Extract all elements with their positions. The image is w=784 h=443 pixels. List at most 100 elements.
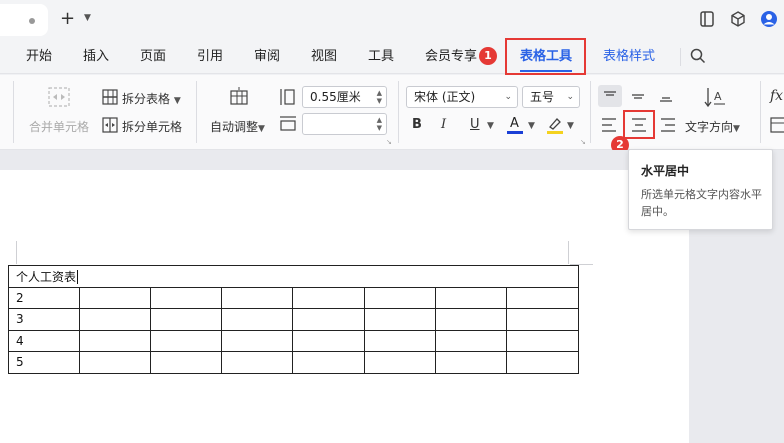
tab-page[interactable]: 页面 [140, 48, 166, 66]
tab-member[interactable]: 会员专享 [425, 48, 477, 66]
calculator-icon[interactable] [770, 117, 784, 133]
table-cell[interactable] [79, 329, 152, 352]
auto-fit-button[interactable]: 自动调整▼ [210, 118, 265, 135]
table-cell[interactable]: 2 [7, 286, 81, 309]
font-color-caret-icon[interactable]: ▼ [528, 121, 535, 131]
table-cell[interactable] [363, 329, 436, 352]
column-width-input[interactable]: ▲ ▼ [302, 113, 387, 135]
title-bar: + ▼ [0, 0, 784, 40]
text-direction-caret-icon: ▼ [733, 124, 740, 134]
table-cell[interactable]: 5 [7, 351, 81, 374]
align-bottom-icon[interactable] [654, 85, 678, 107]
tab-start[interactable]: 开始 [26, 48, 52, 66]
align-center-icon[interactable] [627, 114, 651, 136]
table-row: 5 [7, 351, 580, 374]
table-cell[interactable] [505, 351, 580, 374]
table-cell[interactable] [363, 351, 436, 374]
split-table-button[interactable]: 拆分表格 ▼ [122, 90, 181, 107]
align-left-icon[interactable] [598, 114, 622, 136]
table-cell[interactable] [505, 308, 580, 331]
table-cell[interactable] [221, 286, 294, 309]
font-name-select[interactable]: 宋体 (正文) ⌄ [406, 86, 518, 108]
align-middle-icon[interactable] [626, 85, 650, 107]
italic-button[interactable]: I [441, 117, 446, 132]
new-tab-button[interactable]: + [60, 8, 75, 30]
table-cell[interactable] [221, 308, 294, 331]
font-size-select[interactable]: 五号 ⌄ [522, 86, 580, 108]
split-table-label: 拆分表格 [122, 92, 171, 106]
align-right-icon[interactable] [655, 114, 679, 136]
tab-view[interactable]: 视图 [311, 48, 337, 66]
table-cell[interactable] [221, 329, 294, 352]
new-tab-dropdown-icon[interactable]: ▼ [84, 13, 91, 23]
column-width-spinner-icon[interactable]: ▲ ▼ [377, 116, 382, 132]
underline-caret-icon[interactable]: ▼ [487, 121, 494, 131]
tablet-icon[interactable] [698, 10, 716, 28]
underline-button[interactable]: U [470, 117, 480, 132]
table-title-cell[interactable]: 个人工资表 [8, 265, 579, 288]
search-icon[interactable] [690, 48, 706, 64]
salary-table[interactable]: 个人工资表 2 3 4 5 [7, 265, 580, 374]
font-color-button[interactable]: A [507, 116, 525, 134]
highlight-icon[interactable] [546, 116, 564, 134]
tab-tools[interactable]: 工具 [368, 48, 394, 66]
row-height-input[interactable]: 0.55厘米 ▲ ▼ [302, 86, 387, 108]
row-height-spinner-icon[interactable]: ▲ ▼ [377, 89, 382, 105]
table-cell[interactable] [150, 308, 223, 331]
table-cell[interactable] [434, 351, 507, 374]
table-cell[interactable] [363, 308, 436, 331]
split-cells-icon [102, 117, 118, 133]
margin-marker-left [16, 241, 17, 264]
merge-cells-button[interactable]: 合并单元格 [29, 118, 89, 135]
table-cell[interactable] [505, 329, 580, 352]
font-group-expand-icon[interactable]: ↘ [580, 138, 586, 146]
table-cell[interactable] [79, 351, 152, 374]
table-row: 4 [7, 329, 580, 352]
table-cell[interactable]: 3 [7, 308, 81, 331]
align-top-button[interactable] [598, 85, 622, 107]
tab-insert[interactable]: 插入 [83, 48, 109, 66]
font-name-value: 宋体 (正文) [414, 90, 476, 104]
highlight-caret-icon[interactable]: ▼ [567, 121, 574, 131]
auto-fit-label: 自动调整 [210, 120, 259, 134]
tab-reference[interactable]: 引用 [197, 48, 223, 66]
table-cell[interactable] [150, 351, 223, 374]
tab-review[interactable]: 审阅 [254, 48, 280, 66]
table-row: 3 [7, 308, 580, 331]
document-tab[interactable] [0, 4, 48, 36]
split-cells-button[interactable]: 拆分单元格 [122, 118, 182, 135]
table-cell[interactable] [363, 286, 436, 309]
group-expand-icon[interactable]: ↘ [386, 138, 392, 146]
formula-button[interactable]: fx [770, 88, 783, 104]
split-table-caret-icon: ▼ [173, 96, 181, 106]
table-cell[interactable] [150, 329, 223, 352]
cube-icon[interactable] [729, 10, 747, 28]
group-separator [590, 81, 591, 143]
table-cell[interactable] [292, 286, 365, 309]
font-name-caret-icon: ⌄ [504, 92, 512, 102]
bold-button[interactable]: B [412, 117, 422, 132]
table-cell[interactable] [434, 286, 507, 309]
text-direction-button[interactable]: 文字方向▼ [685, 118, 740, 135]
font-color-letter: A [510, 116, 519, 131]
tab-table-tools[interactable]: 表格工具 [520, 48, 573, 72]
table-cell[interactable] [292, 329, 365, 352]
table-cell[interactable] [434, 308, 507, 331]
table-cell[interactable] [292, 308, 365, 331]
row-height-icon [280, 89, 295, 105]
table-cell[interactable] [79, 286, 152, 309]
document-page[interactable]: 个人工资表 2 3 4 5 [0, 170, 689, 443]
table-cell[interactable] [505, 286, 580, 309]
align-center-tooltip: 水平居中 所选单元格文字内容水平居中。 [628, 149, 773, 230]
text-direction-icon: A [704, 88, 725, 108]
table-cell[interactable]: 4 [7, 329, 81, 352]
table-cell[interactable] [150, 286, 223, 309]
tab-table-style[interactable]: 表格样式 [603, 48, 655, 66]
text-cursor [77, 270, 79, 285]
account-icon[interactable] [760, 10, 778, 28]
table-cell[interactable] [221, 351, 294, 374]
group-separator [13, 81, 14, 143]
table-cell[interactable] [292, 351, 365, 374]
table-cell[interactable] [79, 308, 152, 331]
table-cell[interactable] [434, 329, 507, 352]
